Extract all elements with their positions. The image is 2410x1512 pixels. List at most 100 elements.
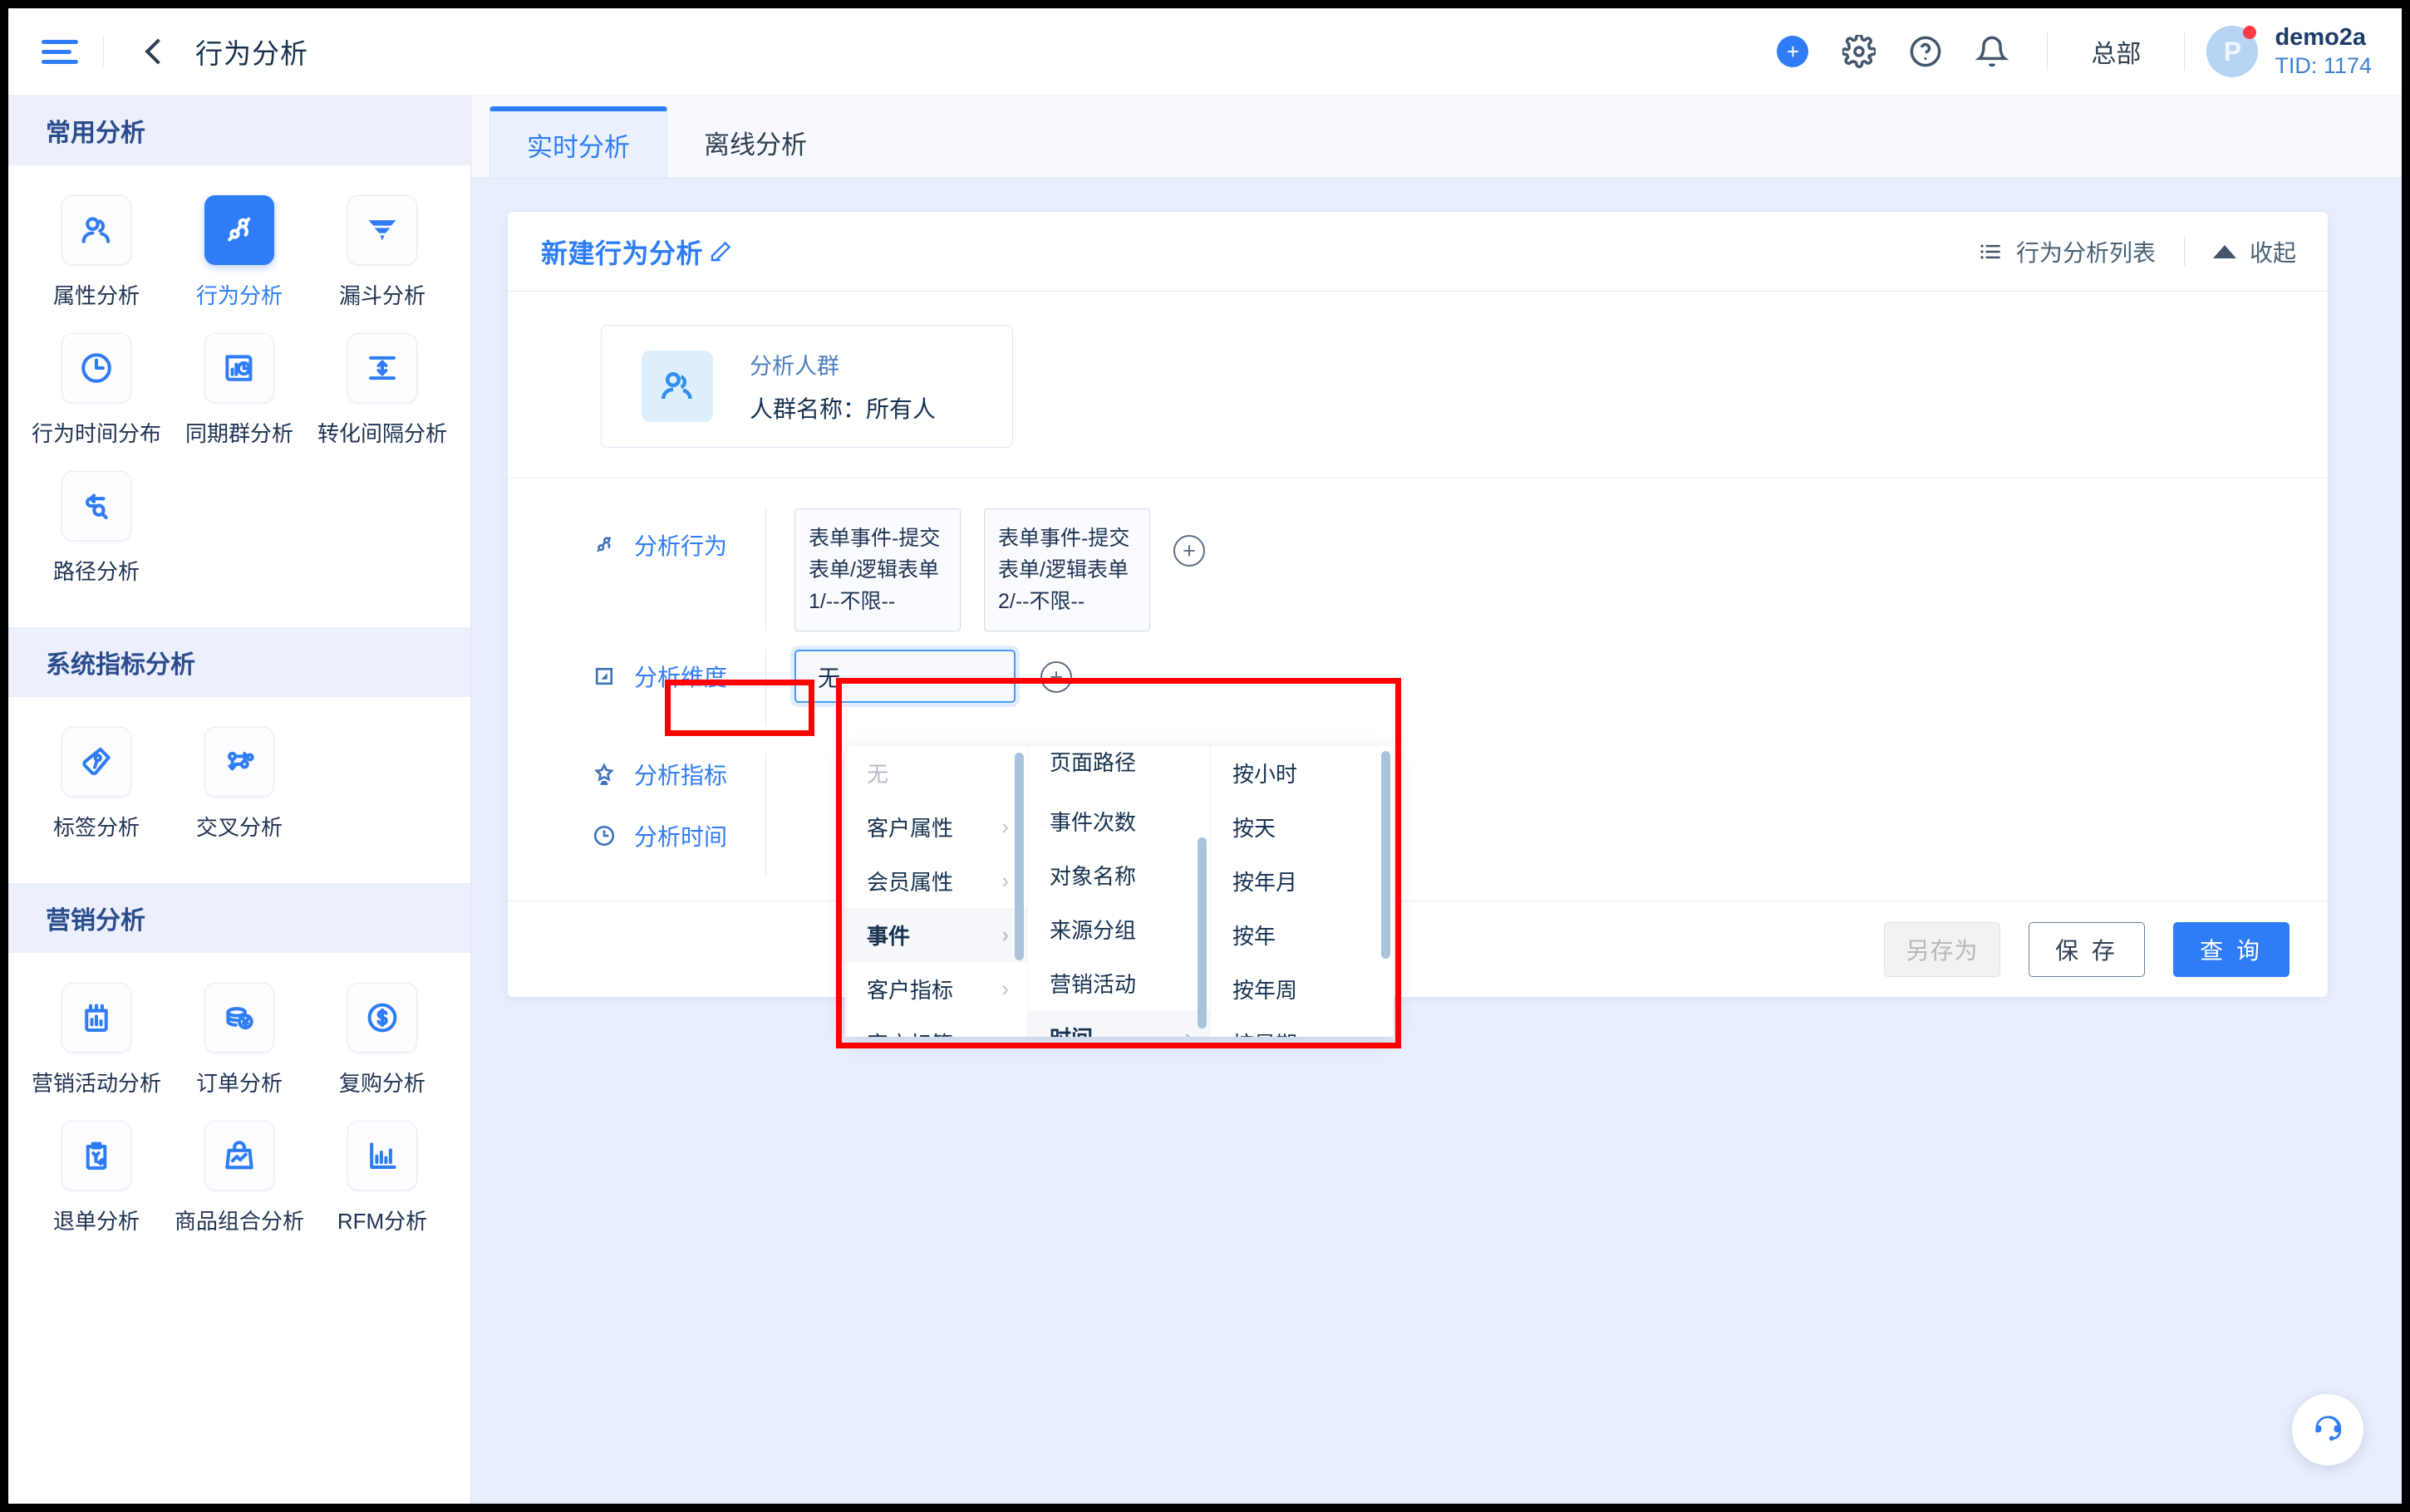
divider	[765, 753, 766, 814]
hamburger-icon[interactable]	[42, 37, 78, 66]
tab-offline-analysis[interactable]: 离线分析	[667, 106, 844, 178]
cascader-item-label: 事件	[867, 924, 911, 949]
pencil-icon[interactable]	[708, 239, 733, 264]
user-info[interactable]: demo2a TID: 1174	[2275, 22, 2372, 81]
app-root: 行为分析 + 总部 P demo2a TID: 1174 常用分析 属性分析 行…	[8, 8, 2402, 1504]
scrollbar-thumb[interactable]	[1015, 753, 1024, 960]
sidebar-item-label: RFM分析	[337, 1209, 428, 1234]
scrollbar-thumb[interactable]	[1381, 751, 1390, 959]
scrollbar-thumb[interactable]	[1198, 837, 1207, 1028]
cascader-item[interactable]: 客户属性 ›	[845, 800, 1027, 854]
cascader-item[interactable]: 按天	[1211, 800, 1394, 854]
sidebar-item-behavior-time-distribution[interactable]: 行为时间分布	[25, 333, 168, 448]
cascader-column-1[interactable]: 无 客户属性 › 会员属性 › 事件 › 客户指标 › 客户标签 ›	[845, 746, 1028, 1037]
sidebar-item-order-analysis[interactable]: 订单分析	[168, 983, 311, 1097]
sidebar-item-campaign-analysis[interactable]: 营销活动分析	[25, 983, 168, 1097]
sidebar-item-rfm-analysis[interactable]: RFM分析	[311, 1121, 454, 1235]
cascader-item[interactable]: 无	[845, 746, 1027, 800]
divider	[765, 814, 766, 876]
card-title: 新建行为分析	[541, 238, 704, 268]
sidebar-item-tag-analysis[interactable]: 标签分析	[25, 727, 168, 842]
sidebar-section-title: 常用分析	[8, 96, 470, 165]
cascader-item[interactable]: 按小时	[1211, 746, 1394, 800]
row-analysis-metric: 分析指标	[508, 753, 2328, 814]
add-behavior-button[interactable]: +	[1173, 535, 1205, 567]
cascader-item[interactable]: 对象名称	[1028, 848, 1210, 902]
cascader-item-label: 按年周	[1232, 978, 1298, 1003]
cascader-item[interactable]: 按年	[1211, 908, 1394, 962]
clock-icon	[589, 823, 619, 848]
sidebar: 常用分析 属性分析 行为分析 漏斗分析 行为时间分布 同期群分析 转化间隔分析 …	[8, 96, 471, 1504]
behavior-event-tag[interactable]: 表单事件-提交表单/逻辑表单1/--不限--	[794, 508, 961, 631]
notification-dot	[2243, 26, 2257, 39]
crowd-name: 人群名称：所有人	[750, 396, 937, 422]
crowd-card[interactable]: 分析人群 人群名称：所有人	[601, 325, 1013, 448]
query-button[interactable]: 查 询	[2173, 921, 2290, 977]
tab-label: 实时分析	[527, 132, 630, 162]
plus-circle-icon[interactable]: +	[1771, 30, 1814, 73]
sidebar-item-refund-analysis[interactable]: 退单分析	[25, 1121, 168, 1235]
sidebar-item-cross-analysis[interactable]: 交叉分析	[168, 727, 311, 842]
cascader-item[interactable]: 营销活动	[1028, 956, 1210, 1010]
sidebar-item-label: 商品组合分析	[174, 1209, 304, 1234]
row-analysis-behavior: 分析行为 表单事件-提交表单/逻辑表单1/--不限-- 表单事件-提交表单/逻辑…	[508, 508, 2328, 631]
cascader-item-selected[interactable]: 事件 ›	[845, 908, 1027, 962]
behavior-list-button[interactable]: 行为分析列表	[1978, 235, 2156, 268]
chevron-right-icon: ›	[1001, 922, 1009, 947]
sidebar-item-product-combination-analysis[interactable]: 商品组合分析	[168, 1121, 311, 1235]
cascader-column-2[interactable]: 页面路径 事件次数 对象名称 来源分组 营销活动 时间 ›	[1028, 746, 1211, 1037]
gear-icon[interactable]	[1837, 30, 1881, 73]
cascader-item[interactable]: 事件次数	[1028, 794, 1210, 848]
sidebar-item-behavior-analysis[interactable]: 行为分析	[168, 195, 311, 310]
row-label-text: 分析行为	[634, 533, 728, 559]
cascader-item-label: 对象名称	[1050, 864, 1137, 889]
behavior-event-tag[interactable]: 表单事件-提交表单/逻辑表单2/--不限--	[984, 508, 1150, 631]
crowd-title: 分析人群	[750, 354, 839, 379]
cascader-item[interactable]: 客户标签 ›	[845, 1016, 1027, 1037]
collapse-button[interactable]: 收起	[2212, 235, 2296, 268]
sidebar-item-label: 同期群分析	[184, 421, 293, 446]
sidebar-group-system: 标签分析 交叉分析	[8, 697, 470, 883]
sidebar-item-repurchase-analysis[interactable]: 复购分析	[311, 983, 454, 1097]
cascader-item[interactable]: 客户指标 ›	[845, 962, 1027, 1016]
bell-icon[interactable]	[1970, 30, 2014, 73]
card-footer: 另存为 保 存 查 询	[508, 901, 2328, 997]
cascader-item-label: 页面路径	[1050, 750, 1137, 775]
back-chevron-icon[interactable]	[145, 38, 171, 65]
cascader-item[interactable]: 会员属性 ›	[845, 854, 1027, 908]
support-fab-button[interactable]	[2292, 1394, 2363, 1465]
dimension-cascader-dropdown[interactable]: 无 客户属性 › 会员属性 › 事件 › 客户指标 › 客户标签 › 页面路径 事件次数 …	[845, 746, 1394, 1037]
cascader-item-label: 客户标签	[867, 1028, 953, 1037]
sidebar-section-title: 营销分析	[8, 883, 470, 953]
divider	[2184, 32, 2186, 71]
user-group-icon	[642, 351, 713, 422]
cascader-item-selected[interactable]: 时间 ›	[1028, 1010, 1210, 1037]
avatar[interactable]: P	[2206, 26, 2259, 77]
cascader-item-label: 按星期	[1232, 1028, 1297, 1037]
cascader-item[interactable]: 来源分组	[1028, 902, 1210, 956]
cascader-column-3[interactable]: 按小时 按天 按年月 按年 按年周 按星期	[1211, 746, 1394, 1037]
sidebar-item-attribute-analysis[interactable]: 属性分析	[25, 195, 168, 310]
headset-support-icon	[2315, 1416, 2342, 1441]
cascader-item[interactable]: 按星期	[1211, 1016, 1394, 1037]
card-header: 新建行为分析 行为分析列表 收起	[508, 212, 2328, 292]
cascader-item[interactable]: 按年月	[1211, 854, 1394, 908]
org-label[interactable]: 总部	[2091, 33, 2141, 70]
divider	[2047, 32, 2048, 71]
add-dimension-button[interactable]: +	[1040, 661, 1072, 693]
sidebar-item-conversion-interval-analysis[interactable]: 转化间隔分析	[311, 333, 454, 448]
cascader-item[interactable]: 按年周	[1211, 962, 1394, 1016]
sidebar-item-label: 订单分析	[195, 1071, 283, 1096]
cascader-item[interactable]: 页面路径	[1028, 746, 1210, 794]
sidebar-item-path-analysis[interactable]: 路径分析	[25, 471, 168, 586]
save-as-button[interactable]: 另存为	[1884, 921, 2000, 977]
divider	[765, 650, 766, 726]
dimension-input[interactable]: 无	[794, 650, 1016, 703]
sidebar-item-cohort-analysis[interactable]: 同期群分析	[168, 333, 311, 448]
help-icon[interactable]	[1904, 30, 1947, 73]
save-button[interactable]: 保 存	[2029, 921, 2145, 977]
sidebar-item-label: 转化间隔分析	[317, 421, 447, 446]
tab-realtime-analysis[interactable]: 实时分析	[489, 106, 667, 178]
cascader-item-label: 按天	[1232, 816, 1276, 841]
sidebar-item-funnel-analysis[interactable]: 漏斗分析	[311, 195, 454, 310]
